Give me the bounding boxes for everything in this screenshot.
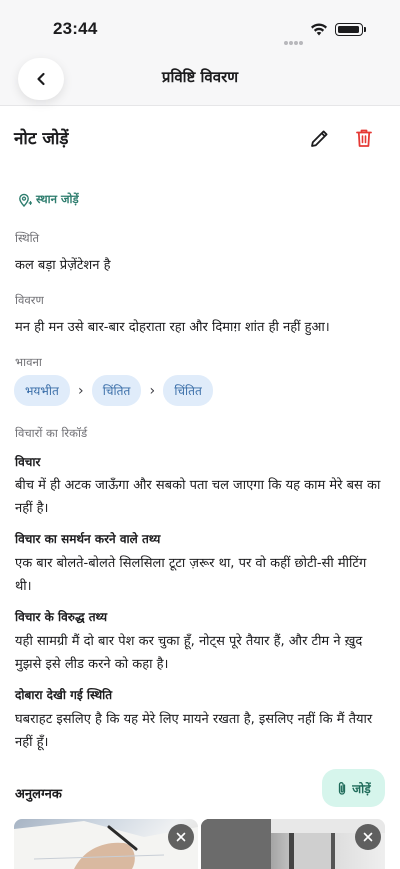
- chevron-right-icon: ›: [77, 382, 84, 399]
- attachments-title: अनुलग्नक: [15, 787, 62, 802]
- emotion-chip: चिंतित: [91, 375, 142, 406]
- add-attachment-label: जोड़ें: [352, 781, 371, 796]
- support-value: एक बार बोलते-बोलते सिलसिला टूटा ज़रूर था…: [15, 556, 367, 594]
- close-icon: [176, 832, 186, 842]
- close-icon: [363, 832, 373, 842]
- status-bar: 23:44: [0, 0, 400, 54]
- emotion-label: भावना: [15, 355, 42, 369]
- attachment-thumbnail[interactable]: [201, 819, 385, 869]
- thought-title: विचार: [15, 455, 41, 469]
- add-location-label: स्थान जोड़ें: [36, 192, 79, 206]
- situation-value: कल बड़ा प्रेज़ेंटेशन है: [15, 258, 111, 273]
- chevron-right-icon: ›: [149, 382, 156, 399]
- remove-attachment-button[interactable]: [168, 824, 194, 850]
- status-time: 23:44: [53, 19, 98, 38]
- trash-icon[interactable]: [353, 127, 375, 149]
- against-value: यही सामग्री मैं दो बार पेश कर चुका हूँ, …: [15, 634, 363, 672]
- signal-dots-icon: [284, 30, 306, 45]
- battery-icon: [335, 23, 366, 36]
- wifi-icon: [311, 23, 327, 36]
- pencil-icon[interactable]: [308, 126, 332, 150]
- support-title: विचार का समर्थन करने वाले तथ्य: [15, 532, 161, 546]
- location-pin-icon: [19, 193, 32, 207]
- add-location-button[interactable]: स्थान जोड़ें: [18, 192, 79, 207]
- attachment-thumbnail[interactable]: [14, 819, 198, 869]
- revisited-title: दोबारा देखी गई स्थिति: [15, 688, 113, 702]
- emotion-chips: भयभीत › चिंतित › चिंतित: [14, 375, 213, 406]
- remove-attachment-button[interactable]: [355, 824, 381, 850]
- description-label: विवरण: [15, 293, 44, 307]
- note-title[interactable]: नोट जोड़ें: [14, 126, 68, 149]
- emotion-chip: चिंतित: [163, 375, 213, 406]
- page-title: प्रविष्टि विवरण: [161, 68, 239, 86]
- against-title: विचार के विरुद्ध तथ्य: [15, 610, 108, 624]
- situation-label: स्थिति: [15, 231, 40, 245]
- revisited-value: घबराहट इसलिए है कि यह मेरे लिए मायने रखत…: [15, 712, 373, 750]
- description-value: मन ही मन उसे बार-बार दोहराता रहा और दिमा…: [15, 320, 330, 335]
- nav-header: प्रविष्टि विवरण: [0, 54, 400, 106]
- emotion-chip: भयभीत: [14, 375, 70, 406]
- thought-record-label: विचारों का रिकॉर्ड: [15, 426, 88, 440]
- thought-value: बीच में ही अटक जाऊँगा और सबको पता चल जाए…: [15, 478, 381, 516]
- paperclip-icon: [339, 781, 346, 795]
- add-attachment-button[interactable]: जोड़ें: [322, 769, 385, 807]
